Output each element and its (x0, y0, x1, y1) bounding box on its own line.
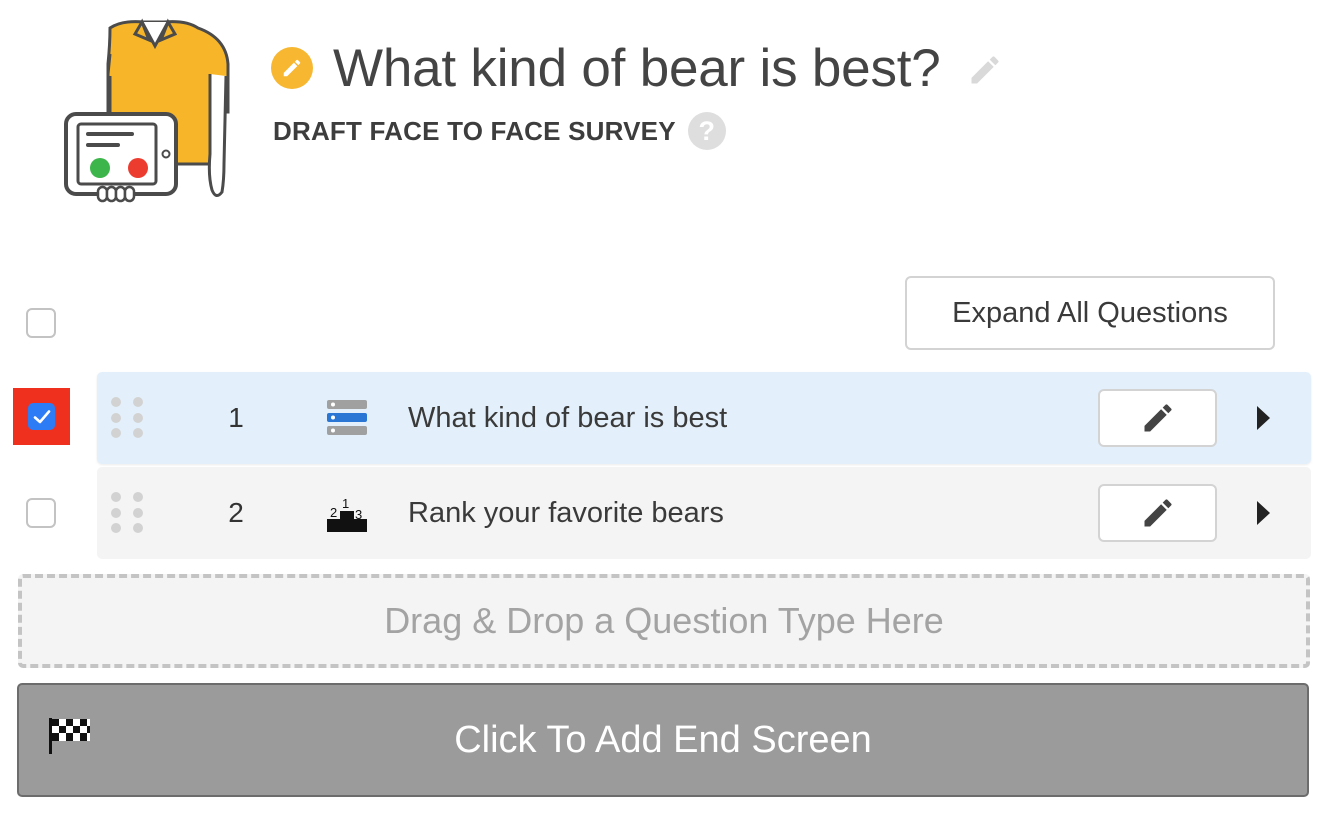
svg-text:1: 1 (342, 496, 349, 511)
svg-text:3: 3 (355, 507, 362, 522)
select-all-checkbox[interactable] (26, 308, 56, 338)
expand-all-questions-button[interactable]: Expand All Questions (905, 276, 1275, 350)
edit-title-pencil-icon[interactable] (967, 52, 1003, 88)
question-text: Rank your favorite bears (408, 496, 724, 529)
expand-question-caret-icon[interactable] (1257, 406, 1270, 430)
edit-question-button[interactable] (1098, 389, 1217, 447)
survey-status-label: DRAFT FACE TO FACE SURVEY (273, 115, 676, 146)
pencil-icon (1144, 499, 1172, 527)
dropzone-label: Drag & Drop a Question Type Here (384, 600, 944, 641)
question-2-checkbox[interactable] (26, 498, 56, 528)
svg-text:2: 2 (330, 505, 337, 520)
question-1-checkbox-highlight[interactable] (13, 388, 70, 445)
help-icon[interactable]: ? (687, 112, 726, 150)
question-row-2[interactable]: 2 2 1 3 Rank your favorite bears (97, 467, 1311, 559)
end-screen-label: Click To Add End Screen (454, 718, 872, 761)
multiple-choice-icon (327, 400, 367, 435)
ranking-podium-icon: 2 1 3 (327, 496, 367, 532)
question-dropzone[interactable]: Drag & Drop a Question Type Here (18, 574, 1310, 668)
edit-badge-icon[interactable] (271, 47, 313, 89)
title-row: What kind of bear is best? (271, 30, 1003, 106)
question-text: What kind of bear is best (408, 401, 728, 434)
page-title: What kind of bear is best? (333, 38, 941, 98)
question-1-checkbox[interactable] (28, 403, 55, 430)
question-number: 1 (228, 402, 244, 433)
subtitle-row: DRAFT FACE TO FACE SURVEY ? (273, 112, 726, 150)
expand-question-caret-icon[interactable] (1257, 501, 1270, 525)
drag-handle-icon[interactable] (111, 492, 149, 534)
drag-handle-icon[interactable] (111, 397, 149, 439)
question-number: 2 (228, 497, 244, 528)
question-row-1[interactable]: 1 What kind of bear is best (97, 372, 1311, 464)
pencil-icon (1144, 404, 1172, 432)
edit-question-button[interactable] (1098, 484, 1217, 542)
add-end-screen-button[interactable]: Click To Add End Screen (17, 683, 1309, 797)
checkered-flag-icon (49, 718, 90, 754)
survey-illustration-icon (64, 18, 230, 203)
